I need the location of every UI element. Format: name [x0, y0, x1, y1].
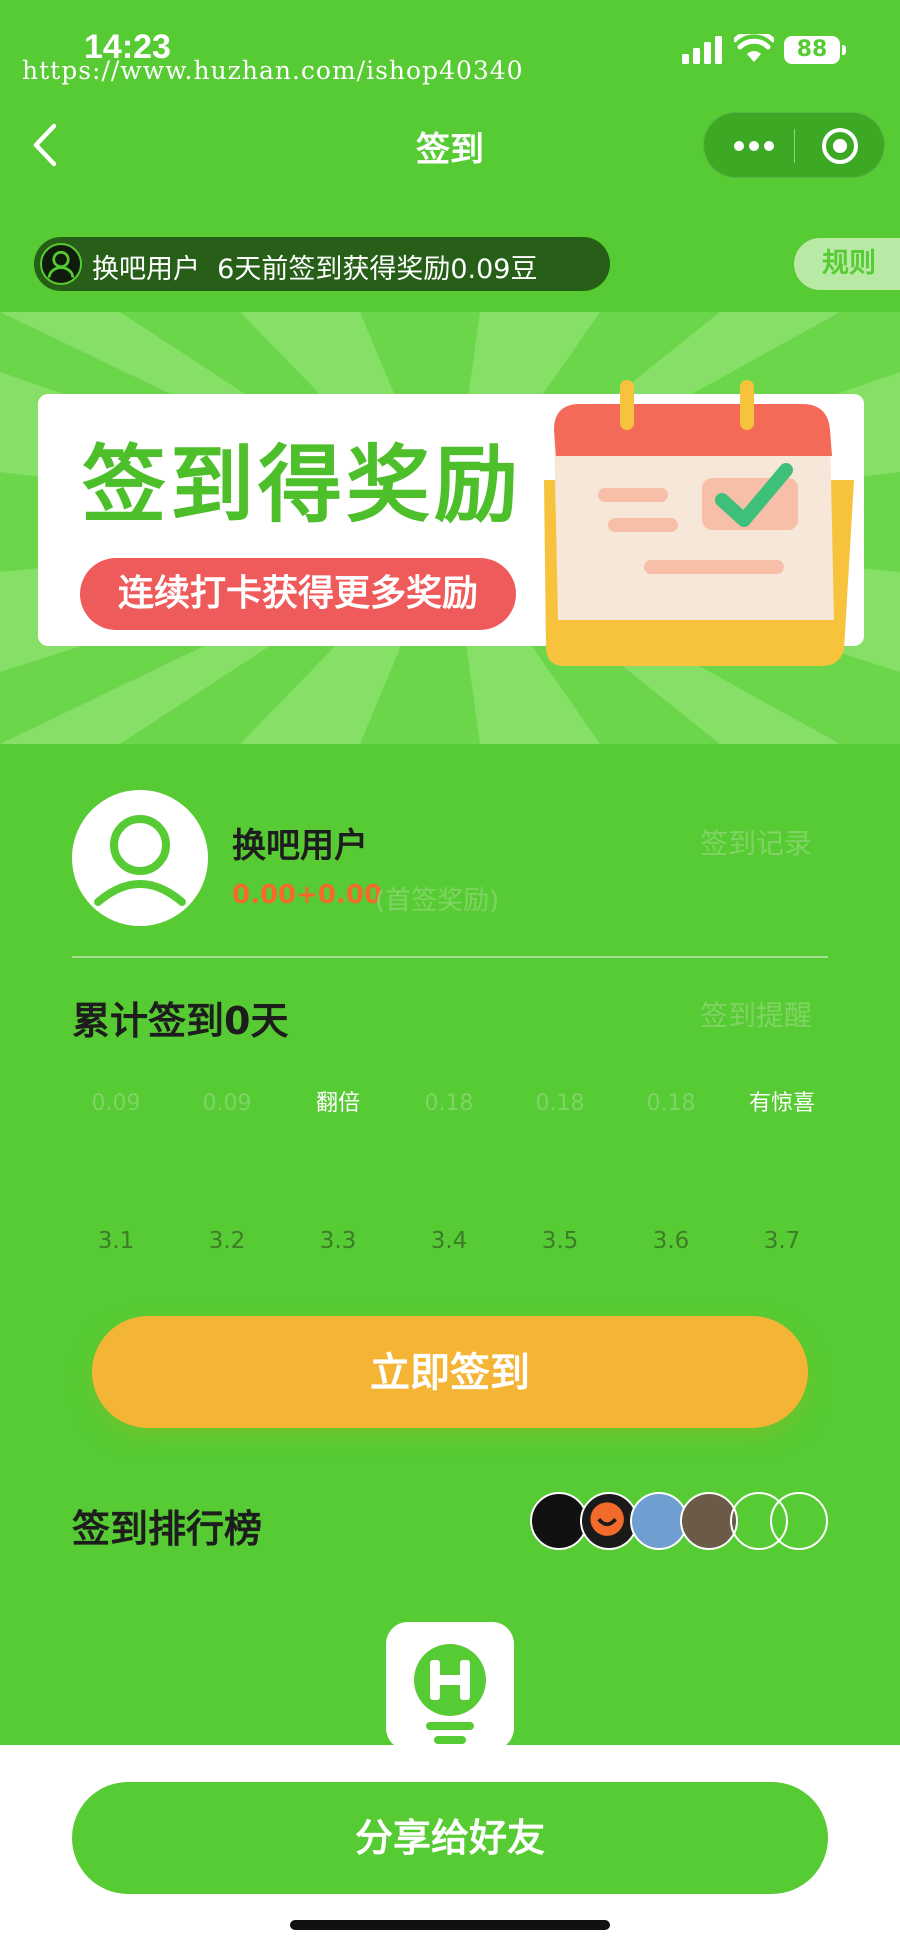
user-balance: 0.00+0.00	[232, 880, 383, 910]
day-date: 3.2	[208, 1228, 246, 1254]
capsule-divider	[794, 129, 795, 163]
more-dots-icon[interactable]	[734, 141, 774, 151]
home-indicator	[290, 1920, 610, 1930]
signin-records-link[interactable]: 签到记录	[700, 822, 812, 862]
day-date: 3.5	[541, 1228, 579, 1254]
smile-icon	[590, 1502, 624, 1536]
section-divider	[72, 956, 828, 958]
wifi-icon	[734, 34, 774, 62]
weekly-signin-calendar: 0.09 3.1 0.09 3.2 翻倍 3.3 0.18 3.4 0.18 3…	[60, 1084, 840, 1264]
banner-subtitle: 连续打卡获得更多奖励	[80, 558, 516, 630]
total-signin-days: 累计签到0天	[72, 999, 289, 1043]
day-date: 3.4	[430, 1228, 468, 1254]
app-logo-icon	[386, 1622, 514, 1750]
close-miniprogram-icon[interactable]	[820, 126, 860, 166]
signin-notice-marquee: 换吧用户 6天前签到获得奖励0.09豆	[34, 237, 610, 291]
day-reward: 0.18	[646, 1091, 696, 1116]
day-item[interactable]: 翻倍 3.3	[282, 1084, 394, 1254]
notice-text: 换吧用户 6天前签到获得奖励0.09豆	[92, 247, 537, 286]
rules-button[interactable]: 规则	[794, 238, 900, 290]
day-date: 3.6	[652, 1228, 690, 1254]
cellular-signal-icon	[682, 36, 722, 64]
ranking-avatars[interactable]	[530, 1492, 830, 1552]
day-date: 3.1	[97, 1228, 135, 1254]
notice-message: 6天前签到获得奖励0.09豆	[217, 254, 538, 285]
share-to-friends-button[interactable]: 分享给好友	[72, 1782, 828, 1894]
battery-icon: 88	[784, 36, 840, 64]
banner-title: 签到得奖励	[82, 436, 523, 534]
day-item[interactable]: 0.09 3.1	[60, 1084, 172, 1254]
watermark-url: https://www.huzhan.com/ishop40340	[22, 56, 524, 85]
day-item[interactable]: 0.09 3.2	[171, 1084, 283, 1254]
day-item[interactable]: 0.18 3.4	[393, 1084, 505, 1254]
day-reward: 有惊喜	[748, 1091, 815, 1116]
day-date: 3.3	[319, 1228, 357, 1254]
day-reward: 0.18	[424, 1091, 474, 1116]
user-name: 换吧用户	[232, 826, 368, 866]
day-reward: 翻倍	[315, 1091, 360, 1116]
calendar-check-icon	[544, 380, 854, 666]
first-signin-bonus-label: (首签奖励)	[375, 886, 500, 916]
notice-user: 换吧用户	[92, 254, 200, 285]
day-reward: 0.18	[535, 1091, 585, 1116]
ranking-avatar-empty	[770, 1492, 828, 1550]
day-reward: 0.09	[91, 1091, 141, 1116]
battery-tip	[842, 45, 846, 55]
day-date: 3.7	[763, 1228, 801, 1254]
day-item[interactable]: 0.18 3.6	[615, 1084, 727, 1254]
day-item[interactable]: 有惊喜 3.7	[726, 1084, 838, 1254]
notice-user-avatar	[40, 243, 82, 285]
signin-now-button[interactable]: 立即签到	[92, 1316, 808, 1428]
signin-ranking-title: 签到排行榜	[72, 1507, 263, 1551]
day-reward: 0.09	[202, 1091, 252, 1116]
signin-reminder-link[interactable]: 签到提醒	[700, 994, 812, 1034]
user-avatar[interactable]	[72, 790, 208, 926]
day-item[interactable]: 0.18 3.5	[504, 1084, 616, 1254]
miniprogram-capsule	[703, 112, 885, 178]
